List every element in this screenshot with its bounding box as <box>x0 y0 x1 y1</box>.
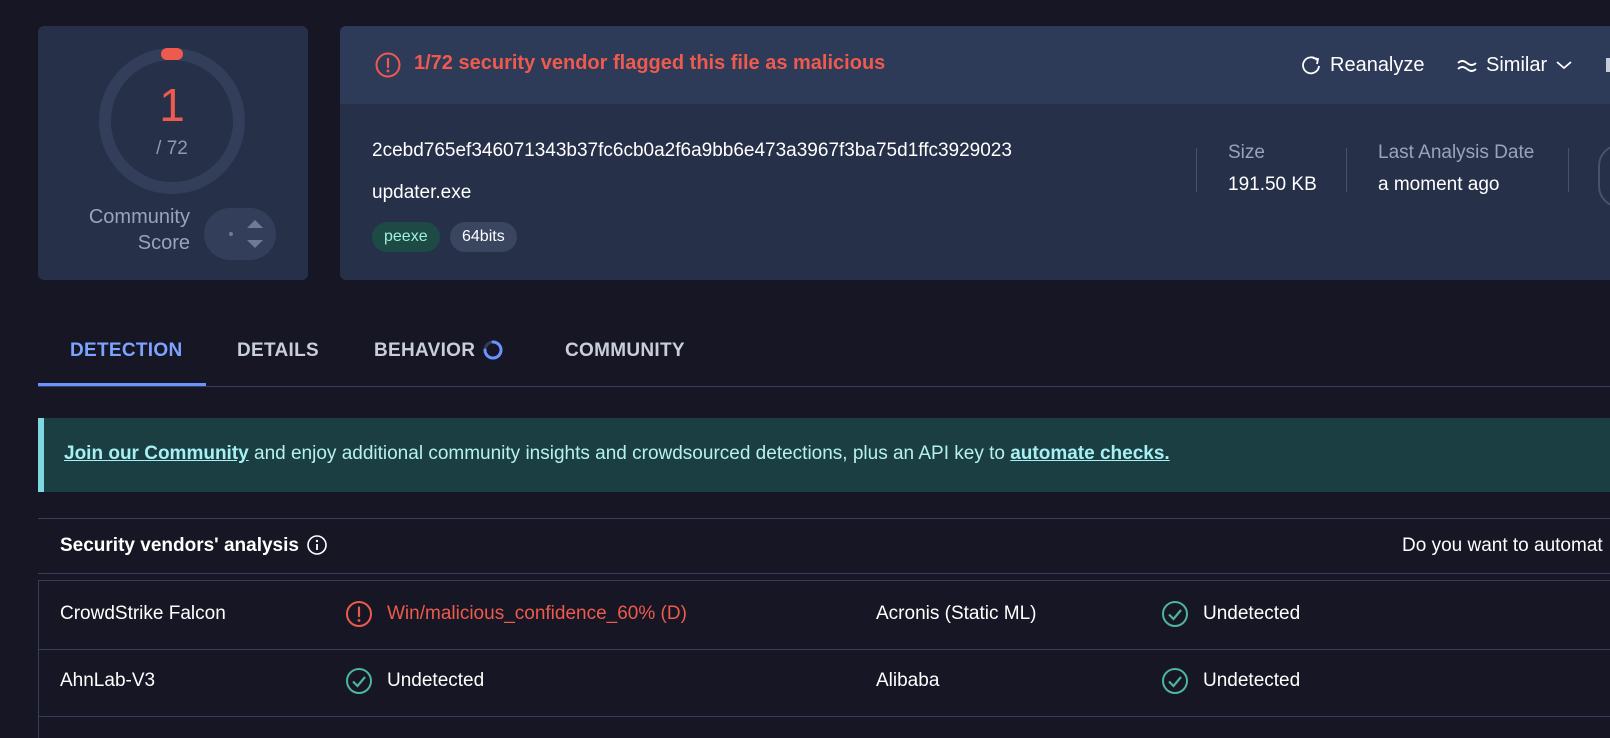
vote-value-dot <box>229 232 233 236</box>
size-value: 191.50 KB <box>1228 174 1317 195</box>
detection-count: 1 <box>159 79 185 131</box>
table-row: CrowdStrike Falcon Win/malicious_confide… <box>39 580 1610 650</box>
summary-header: 1/72 security vendor flagged this file a… <box>340 26 1610 104</box>
community-score-card: 1 / 72 Community Score <box>38 26 308 280</box>
security-vendors-header: Security vendors' analysis Do you want t… <box>38 518 1610 574</box>
banner-text: Join our Community and enjoy additional … <box>64 443 1170 464</box>
check-circle-icon <box>1162 668 1188 694</box>
vendor-results-table: CrowdStrike Falcon Win/malicious_confide… <box>38 580 1610 738</box>
reanalyze-button[interactable]: Reanalyze <box>1300 50 1425 80</box>
alert-icon <box>375 52 401 78</box>
detection-total: / 72 <box>156 138 188 159</box>
info-icon[interactable] <box>306 534 328 556</box>
tab-detection[interactable]: DETECTION <box>70 340 182 362</box>
join-community-link[interactable]: Join our Community <box>64 443 249 464</box>
vendor-result: Win/malicious_confidence_60% (D) <box>387 603 687 624</box>
more-menu-icon[interactable] <box>1606 58 1610 72</box>
loading-spinner-icon <box>483 340 503 360</box>
check-circle-icon <box>346 668 372 694</box>
refresh-icon <box>1302 56 1320 75</box>
tab-community[interactable]: COMMUNITY <box>565 340 685 362</box>
divider <box>1196 148 1197 192</box>
check-circle-icon <box>1162 601 1188 627</box>
malicious-alert-text: 1/72 security vendor flagged this file a… <box>414 52 886 74</box>
tab-behavior[interactable]: BEHAVIOR <box>374 340 475 362</box>
last-analysis-date-label: Last Analysis Date <box>1378 142 1535 163</box>
tab-details[interactable]: DETAILS <box>237 340 319 362</box>
file-hash: 2cebd765ef346071343b37fc6cb0a2f6a9bb6e47… <box>372 140 1012 161</box>
file-summary-card: 1/72 security vendor flagged this file a… <box>340 26 1610 280</box>
vendor-name: AhnLab-V3 <box>60 670 156 691</box>
table-row: AhnLab-V3 Undetected Alibaba Undetected <box>39 648 1610 717</box>
active-tab-indicator <box>38 383 206 386</box>
similar-button[interactable]: Similar <box>1456 50 1573 80</box>
community-score-label: Community Score <box>88 206 190 254</box>
automate-prompt: Do you want to automat <box>1402 535 1603 556</box>
vendor-result: Undetected <box>387 670 485 691</box>
tag-64bits[interactable]: 64bits <box>450 222 517 252</box>
vendor-result: Undetected <box>1203 670 1301 691</box>
automate-checks-link[interactable]: automate checks. <box>1010 443 1169 464</box>
vendor-name: CrowdStrike Falcon <box>60 603 226 624</box>
vote-up-icon[interactable] <box>247 220 263 228</box>
vote-down-icon[interactable] <box>247 240 263 248</box>
chevron-down-icon <box>1556 61 1572 70</box>
similar-icon <box>1457 60 1477 72</box>
size-label: Size <box>1228 142 1265 163</box>
file-name: updater.exe <box>372 182 472 203</box>
community-banner: Join our Community and enjoy additional … <box>38 418 1610 492</box>
last-analysis-date-value: a moment ago <box>1378 174 1500 195</box>
vendor-name: Acronis (Static ML) <box>876 603 1037 624</box>
file-type-icon <box>1598 144 1610 208</box>
tab-bar: DETECTION DETAILS BEHAVIOR COMMUNITY <box>38 322 1610 387</box>
divider <box>1568 148 1569 192</box>
community-vote-control[interactable] <box>204 208 276 260</box>
security-vendors-title: Security vendors' analysis <box>60 535 299 556</box>
tag-peexe[interactable]: peexe <box>372 222 440 252</box>
malicious-icon <box>346 601 372 627</box>
divider <box>1346 148 1347 192</box>
vendor-result: Undetected <box>1203 603 1301 624</box>
vendor-name: Alibaba <box>876 670 940 691</box>
